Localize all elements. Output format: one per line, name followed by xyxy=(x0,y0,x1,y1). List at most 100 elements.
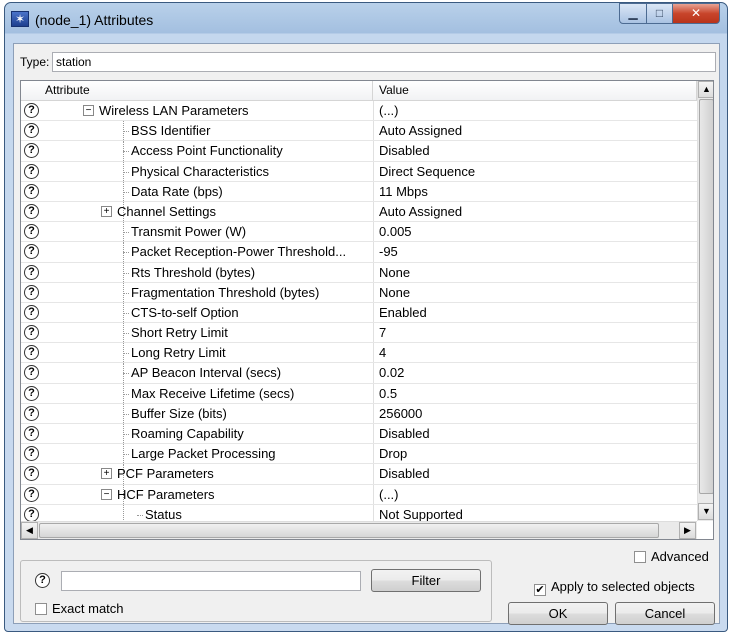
help-icon[interactable]: ? xyxy=(24,183,39,199)
table-row[interactable]: ? Physical Characteristics Direct Sequence xyxy=(21,161,697,182)
help-icon[interactable]: ? xyxy=(24,446,39,462)
attribute-value[interactable]: 11 Mbps xyxy=(379,184,428,199)
scroll-up-arrow-icon[interactable]: ▲ xyxy=(698,81,713,98)
help-icon[interactable]: ? xyxy=(24,264,39,280)
attribute-value[interactable]: 0.02 xyxy=(379,365,404,380)
attribute-value[interactable]: Direct Sequence xyxy=(379,164,475,179)
table-row[interactable]: ? Transmit Power (W) 0.005 xyxy=(21,222,697,243)
table-row[interactable]: ? AP Beacon Interval (secs) 0.02 xyxy=(21,363,697,384)
table-row[interactable]: ? Buffer Size (bits) 256000 xyxy=(21,403,697,424)
attribute-value[interactable]: Enabled xyxy=(379,305,427,320)
help-icon[interactable]: ? xyxy=(24,426,39,441)
table-row[interactable]: ? CTS-to-self Option Enabled xyxy=(21,302,697,324)
attribute-value[interactable]: Auto Assigned xyxy=(379,204,462,219)
table-row[interactable]: ? Fragmentation Threshold (bytes) None xyxy=(21,282,697,303)
help-icon[interactable]: ? xyxy=(24,203,39,219)
horizontal-scrollbar[interactable]: ◀ ▶ xyxy=(21,521,697,539)
attribute-value[interactable]: Disabled xyxy=(379,466,430,481)
scroll-down-arrow-icon[interactable]: ▼ xyxy=(698,503,713,520)
advanced-label: Advanced xyxy=(651,549,709,564)
attribute-value[interactable]: 4 xyxy=(379,345,386,360)
attribute-value[interactable]: Auto Assigned xyxy=(379,123,462,138)
scroll-left-arrow-icon[interactable]: ◀ xyxy=(21,522,38,539)
table-row[interactable]: ? Large Packet Processing Drop xyxy=(21,444,697,465)
apply-checkbox-box[interactable]: ✔ xyxy=(534,584,546,596)
ok-button[interactable]: OK xyxy=(508,602,608,625)
value-column-header[interactable]: Value xyxy=(373,81,697,101)
help-icon[interactable]: ? xyxy=(24,224,39,240)
advanced-checkbox-box[interactable] xyxy=(634,551,646,563)
close-button[interactable]: ✕ xyxy=(672,3,720,24)
attribute-value[interactable]: Disabled xyxy=(379,143,430,158)
help-icon[interactable]: ? xyxy=(24,365,39,381)
attributes-dialog: ✶ (node_1) Attributes ▁ □ ✕ Type: statio… xyxy=(4,2,728,632)
title-bar[interactable]: ✶ (node_1) Attributes ▁ □ ✕ xyxy=(5,3,727,37)
attribute-name: Rts Threshold (bytes) xyxy=(131,264,256,280)
table-row[interactable]: ? Rts Threshold (bytes) None xyxy=(21,262,697,283)
table-row[interactable]: ? Roaming Capability Disabled xyxy=(21,424,697,445)
scroll-right-arrow-icon[interactable]: ▶ xyxy=(679,522,696,539)
table-row[interactable]: ? Short Retry Limit 7 xyxy=(21,323,697,344)
help-icon[interactable]: ? xyxy=(24,103,39,118)
attribute-value[interactable]: 256000 xyxy=(379,406,422,421)
help-icon[interactable]: ? xyxy=(24,244,39,260)
help-icon[interactable]: ? xyxy=(24,486,39,502)
help-icon[interactable]: ? xyxy=(24,143,39,159)
advanced-checkbox[interactable]: Advanced xyxy=(634,549,709,564)
maximize-button[interactable]: □ xyxy=(646,3,673,24)
help-icon[interactable]: ? xyxy=(24,163,39,179)
attribute-value[interactable]: 0.5 xyxy=(379,386,397,401)
collapse-icon[interactable]: − xyxy=(101,488,112,500)
help-icon[interactable]: ? xyxy=(35,573,50,588)
attribute-value[interactable]: None xyxy=(379,265,410,280)
table-row[interactable]: ? − HCF Parameters (...) xyxy=(21,484,697,505)
cancel-button[interactable]: Cancel xyxy=(615,602,715,625)
attribute-value[interactable]: 0.005 xyxy=(379,224,412,239)
table-row[interactable]: ? − Wireless LAN Parameters (...) xyxy=(21,101,697,122)
column-divider xyxy=(373,242,374,262)
table-row[interactable]: ? BSS Identifier Auto Assigned xyxy=(21,121,697,142)
attribute-value[interactable]: Not Supported xyxy=(379,507,463,522)
table-row[interactable]: ? Packet Reception-Power Threshold... -95 xyxy=(21,242,697,263)
attribute-value[interactable]: None xyxy=(379,285,410,300)
help-icon[interactable]: ? xyxy=(24,304,39,320)
vertical-scrollbar[interactable]: ▲ ▼ xyxy=(697,81,713,521)
vertical-scroll-thumb[interactable] xyxy=(699,99,713,494)
table-row[interactable]: ? Max Receive Lifetime (secs) 0.5 xyxy=(21,383,697,404)
column-divider xyxy=(373,282,374,302)
table-row[interactable]: ? Long Retry Limit 4 xyxy=(21,343,697,364)
attribute-value[interactable]: 7 xyxy=(379,325,386,340)
help-icon[interactable]: ? xyxy=(24,405,39,421)
help-icon[interactable]: ? xyxy=(24,345,39,361)
filter-input[interactable] xyxy=(61,571,361,591)
help-icon[interactable]: ? xyxy=(24,385,39,401)
column-divider xyxy=(373,222,374,242)
help-icon[interactable]: ? xyxy=(24,466,39,482)
attribute-value[interactable]: -95 xyxy=(379,244,398,259)
expand-icon[interactable]: + xyxy=(101,468,112,480)
attribute-value[interactable]: Disabled xyxy=(379,426,430,441)
attribute-value[interactable]: Drop xyxy=(379,446,407,461)
attribute-column-header[interactable]: Attribute xyxy=(39,81,373,101)
table-row[interactable]: ? + Channel Settings Auto Assigned xyxy=(21,201,697,223)
horizontal-scroll-thumb[interactable] xyxy=(39,523,659,538)
help-icon[interactable]: ? xyxy=(24,123,39,139)
exact-match-checkbox[interactable]: Exact match xyxy=(35,601,124,616)
attribute-value[interactable]: (...) xyxy=(379,487,399,502)
help-icon[interactable]: ? xyxy=(24,284,39,300)
table-row[interactable]: ? Access Point Functionality Disabled xyxy=(21,141,697,162)
exact-match-checkbox-box[interactable] xyxy=(35,603,47,615)
column-divider xyxy=(373,121,374,141)
attribute-value[interactable]: (...) xyxy=(379,103,399,118)
table-row[interactable]: ? + PCF Parameters Disabled xyxy=(21,464,697,485)
help-icon[interactable]: ? xyxy=(24,325,39,341)
type-field[interactable]: station xyxy=(52,52,716,72)
collapse-icon[interactable]: − xyxy=(83,105,94,116)
attribute-name: Long Retry Limit xyxy=(131,345,226,361)
table-row[interactable]: ? Data Rate (bps) 11 Mbps xyxy=(21,181,697,202)
help-icon[interactable]: ? xyxy=(24,506,39,522)
expand-icon[interactable]: + xyxy=(101,205,112,217)
minimize-button[interactable]: ▁ xyxy=(619,3,647,24)
apply-to-selected-checkbox[interactable]: ✔ Apply to selected objects xyxy=(534,579,695,596)
filter-button[interactable]: Filter xyxy=(371,569,481,592)
